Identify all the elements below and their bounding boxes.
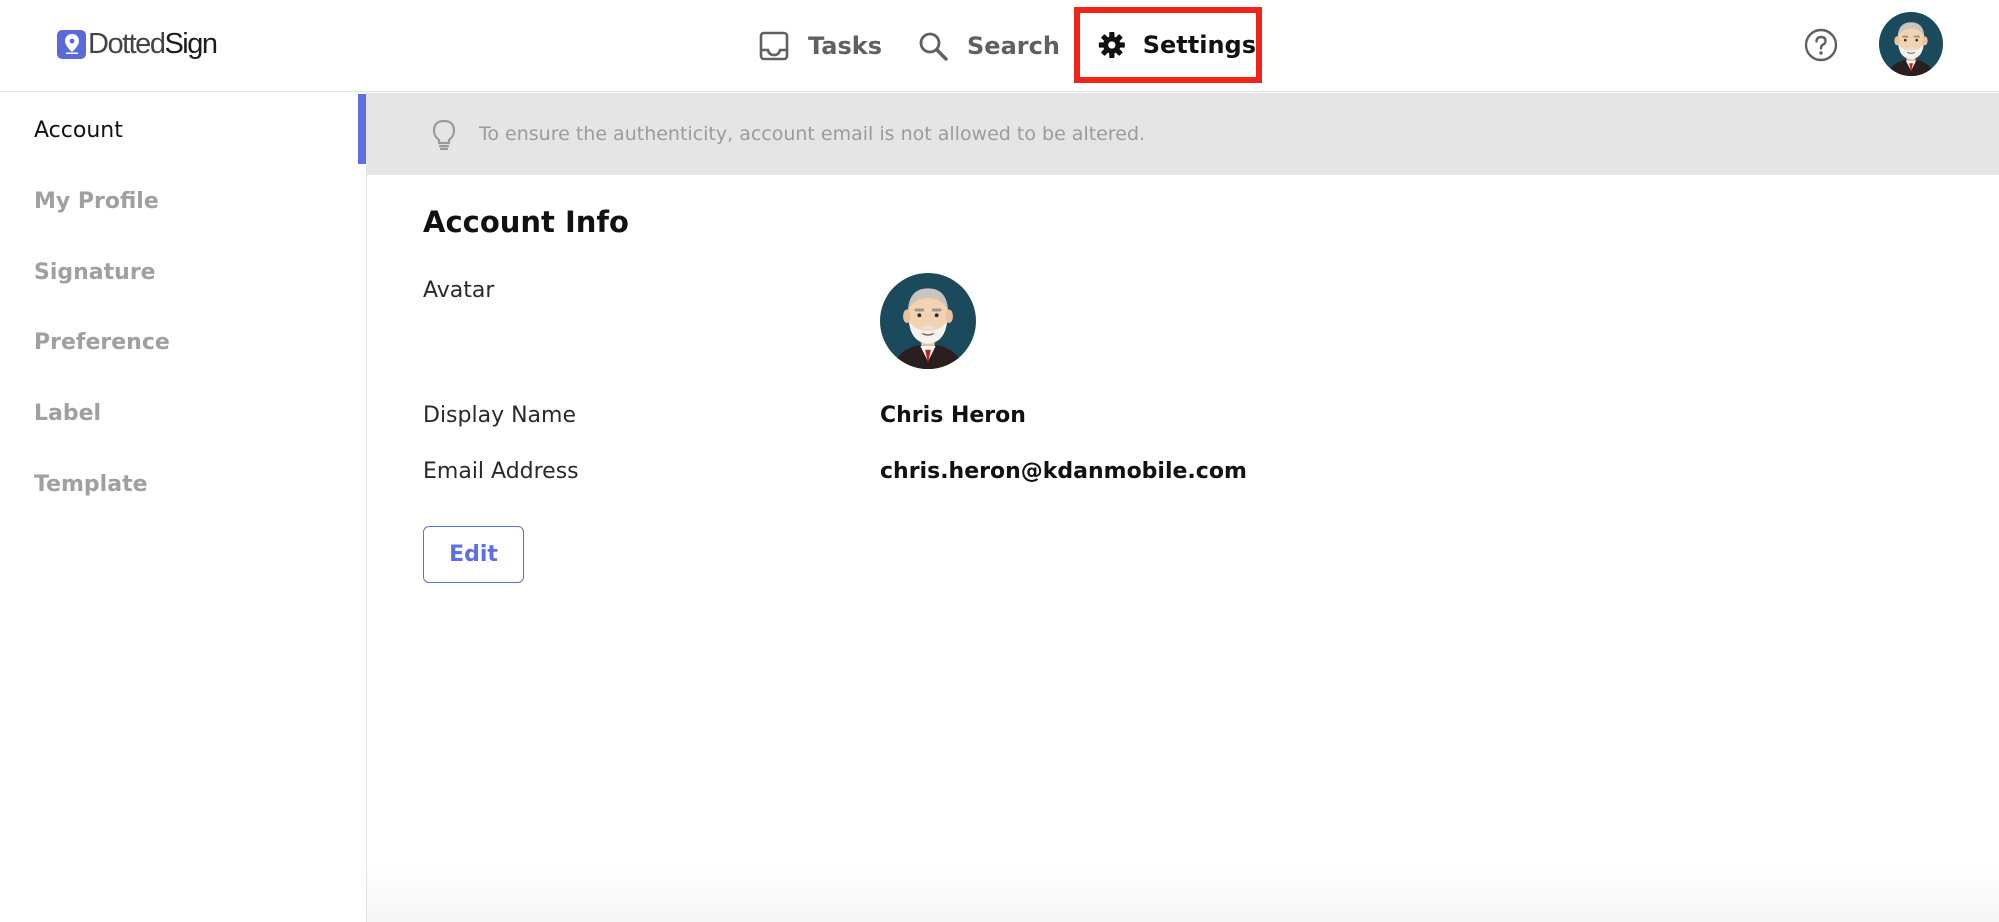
logo-text-prefix: Dotted	[88, 27, 166, 60]
lightbulb-icon	[432, 119, 456, 151]
top-navigation-bar: DottedSign Tasks Search Settings	[0, 0, 1999, 92]
email-label: Email Address	[423, 459, 579, 484]
notice-banner: To ensure the authenticity, account emai…	[367, 93, 1999, 175]
sidebar-item-signature[interactable]: Signature	[34, 260, 156, 285]
page-title: Account Info	[423, 205, 629, 239]
dottedsign-logo[interactable]: DottedSign	[57, 26, 218, 62]
nav-search-label: Search	[967, 32, 1060, 60]
logo-mark-icon	[57, 29, 86, 59]
avatar-image	[880, 273, 976, 369]
avatar	[880, 273, 976, 369]
gear-icon	[1098, 32, 1125, 58]
help-icon	[1804, 28, 1838, 62]
search-icon	[919, 32, 948, 61]
sidebar-item-template[interactable]: Template	[34, 472, 148, 497]
nav-settings[interactable]: Settings	[1074, 7, 1262, 83]
user-avatar-button[interactable]	[1879, 12, 1943, 76]
display-name-label: Display Name	[423, 403, 576, 428]
notice-text: To ensure the authenticity, account emai…	[479, 123, 1146, 145]
logo-text-suffix: Sign	[164, 27, 218, 60]
sidebar-item-my-profile[interactable]: My Profile	[34, 189, 159, 214]
nav-tasks-label: Tasks	[808, 32, 883, 60]
inbox-icon	[759, 31, 789, 61]
email-value: chris.heron@kdanmobile.com	[880, 459, 1247, 484]
nav-settings-label: Settings	[1142, 31, 1256, 59]
nav-search[interactable]: Search	[917, 20, 1060, 72]
edit-button[interactable]: Edit	[423, 526, 524, 583]
help-button[interactable]	[1804, 28, 1838, 62]
avatar-label: Avatar	[423, 278, 495, 303]
sidebar-item-preference[interactable]: Preference	[34, 330, 170, 355]
logo-text: DottedSign	[88, 27, 218, 61]
sidebar-item-label[interactable]: Label	[34, 401, 101, 426]
settings-sidebar: Account My Profile Signature Preference …	[0, 92, 367, 922]
sidebar-active-indicator	[358, 94, 366, 164]
account-info-panel: Account Info Avatar Display Name Chris H…	[367, 175, 1999, 922]
display-name-value: Chris Heron	[880, 403, 1026, 428]
sidebar-item-account[interactable]: Account	[34, 118, 123, 143]
user-avatar	[1879, 12, 1943, 76]
nav-tasks[interactable]: Tasks	[758, 20, 882, 72]
